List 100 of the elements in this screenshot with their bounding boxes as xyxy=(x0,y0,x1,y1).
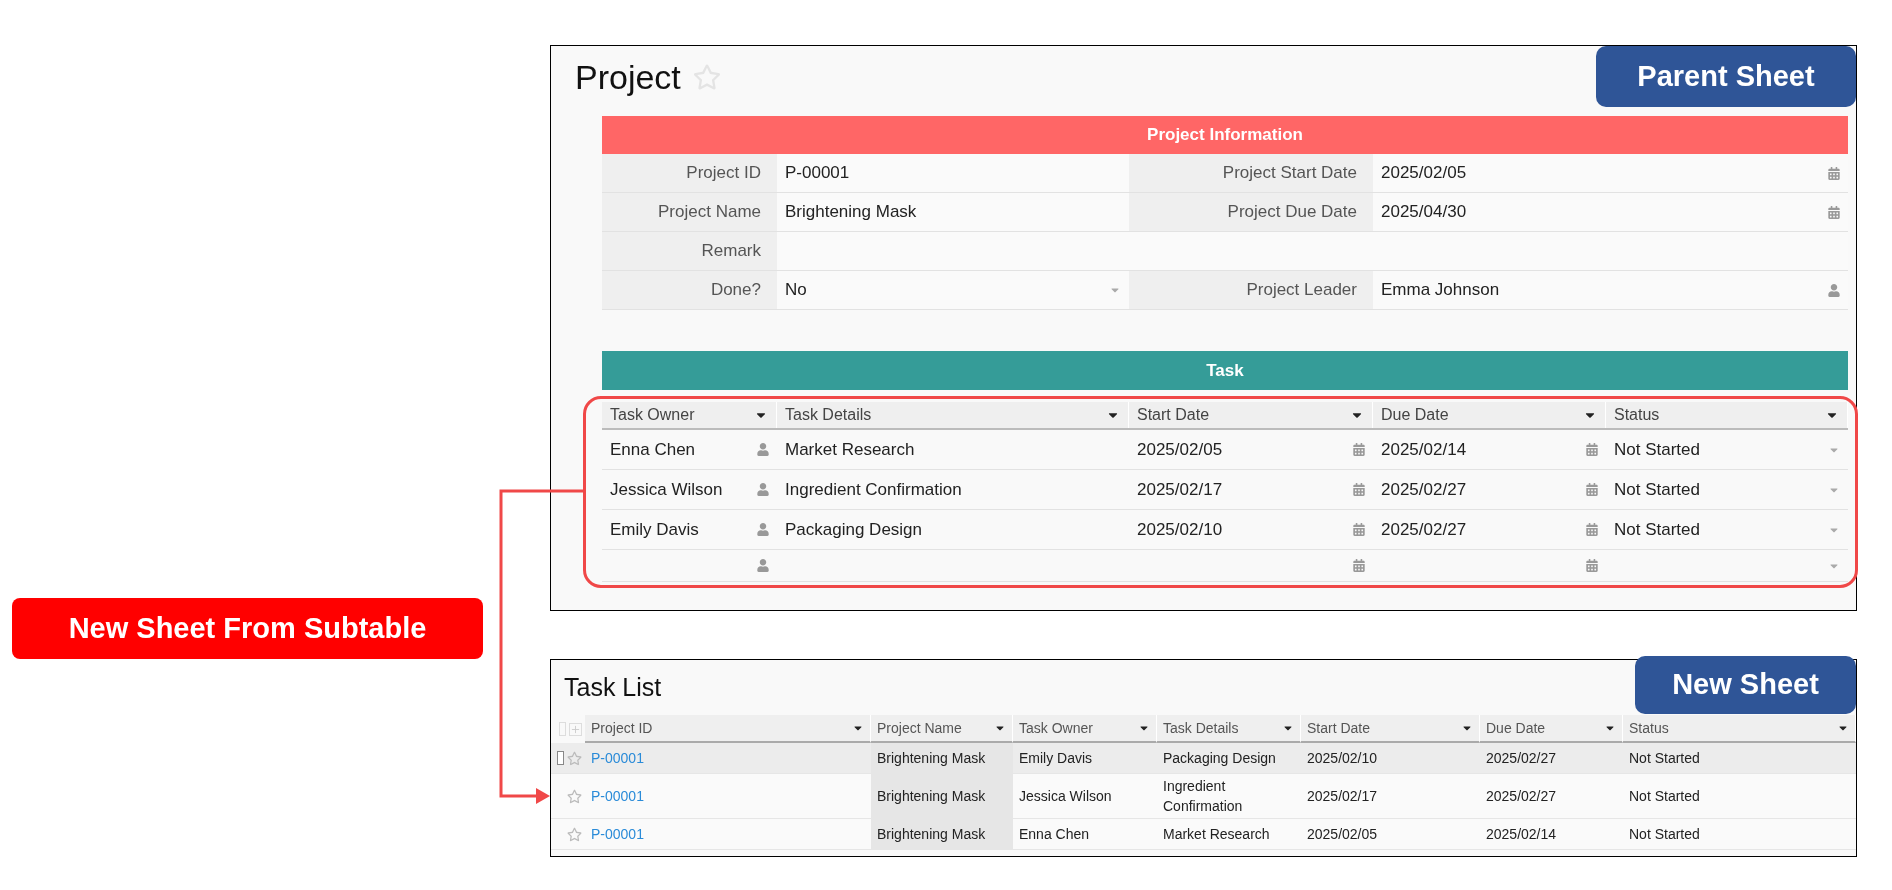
calendar-icon[interactable] xyxy=(1353,443,1365,456)
user-icon[interactable] xyxy=(757,559,769,572)
cell-text: 2025/02/10 xyxy=(1307,749,1378,768)
column-header[interactable]: Task Owner xyxy=(1013,715,1157,743)
cell-text: Jessica Wilson xyxy=(1019,787,1112,806)
calendar-icon[interactable] xyxy=(1353,483,1365,496)
column-header[interactable]: Task Details xyxy=(777,402,1129,428)
field-label: Project Start Date xyxy=(1129,154,1373,193)
star-icon[interactable] xyxy=(567,788,582,804)
table-cell[interactable]: Market Research xyxy=(777,430,1129,469)
table-cell[interactable]: Enna Chen xyxy=(602,430,777,469)
cell-text: Enna Chen xyxy=(610,438,696,461)
field-text: 2025/02/05 xyxy=(1381,162,1467,185)
calendar-icon[interactable] xyxy=(1586,523,1598,536)
cell-text: Brightening Mask xyxy=(877,787,986,806)
table-cell[interactable]: 2025/02/14 xyxy=(1373,430,1606,469)
table-cell[interactable]: Ingredient Confirmation xyxy=(777,470,1129,509)
sheet-title: Task List xyxy=(564,671,662,703)
field-text: Emma Johnson xyxy=(1381,279,1500,302)
cell-text: Not Started xyxy=(1629,749,1700,768)
table-cell[interactable]: 2025/02/27 xyxy=(1373,470,1606,509)
column-header[interactable]: Project ID xyxy=(585,715,871,743)
section-header: Task xyxy=(602,351,1848,390)
cell-text: Enna Chen xyxy=(1019,825,1090,844)
cell-text: Not Started xyxy=(1614,478,1700,501)
star-icon[interactable] xyxy=(567,750,582,766)
field-text: P-00001 xyxy=(785,162,850,185)
table-cell[interactable]: Packaging Design xyxy=(777,510,1129,549)
field-label: Project Leader xyxy=(1129,271,1373,310)
cell-text: 2025/02/05 xyxy=(1137,438,1223,461)
column-header[interactable]: Project Name xyxy=(871,715,1013,743)
record-link[interactable]: P-00001 xyxy=(591,823,644,845)
column-header[interactable]: Start Date xyxy=(1129,402,1373,428)
calendar-icon[interactable] xyxy=(1353,523,1365,536)
cell-text: Packaging Design xyxy=(1163,749,1276,768)
section-header: Project Information xyxy=(602,116,1848,154)
cell-text: Emily Davis xyxy=(610,518,699,541)
cell-text: 2025/02/27 xyxy=(1381,518,1467,541)
column-header[interactable]: Due Date xyxy=(1480,715,1623,743)
cell-text: Not Started xyxy=(1629,825,1700,844)
table-cell[interactable]: Not Started xyxy=(1606,510,1848,549)
star-icon[interactable] xyxy=(567,826,582,842)
column-header[interactable]: Due Date xyxy=(1373,402,1606,428)
calendar-icon[interactable] xyxy=(1586,443,1598,456)
table-row[interactable]: P-00001 Brightening Mask Enna Chen Market Research 2025/02/05 2025/02/14 Not Started xyxy=(551,819,1856,850)
user-icon[interactable] xyxy=(757,443,769,456)
checkbox[interactable] xyxy=(559,722,566,736)
table-cell[interactable]: Not Started xyxy=(1606,430,1848,469)
cell-text: Not Started xyxy=(1629,787,1700,806)
cell-text: 2025/02/10 xyxy=(1137,518,1223,541)
cell-text: 2025/02/17 xyxy=(1307,787,1378,806)
cell-text: Brightening Mask xyxy=(877,825,986,844)
record-link[interactable]: P-00001 xyxy=(591,785,644,807)
calendar-icon[interactable] xyxy=(1586,483,1598,496)
cell-text: 2025/02/14 xyxy=(1381,438,1467,461)
cell-text: Brightening Mask xyxy=(877,749,986,768)
table-row[interactable]: P-00001 Brightening Mask Jessica Wilson Ingredient Confirmation 2025/02/17 2025/02/27 Not Started xyxy=(551,774,1856,819)
cell-text: Ingredient Confirmation xyxy=(1163,777,1244,816)
table-cell[interactable]: 2025/02/10 xyxy=(1129,510,1373,549)
column-header[interactable]: Start Date xyxy=(1301,715,1480,743)
calendar-icon[interactable] xyxy=(1586,559,1598,572)
table-cell[interactable]: 2025/02/05 xyxy=(1129,430,1373,469)
cell-text: Not Started xyxy=(1614,518,1700,541)
table-row[interactable]: P-00001 Brightening Mask Emily Davis Packaging Design 2025/02/10 2025/02/27 Not Started xyxy=(551,743,1856,774)
column-header[interactable]: Status xyxy=(1606,402,1848,428)
field-label: Project Due Date xyxy=(1129,193,1373,232)
field-label: Done? xyxy=(602,271,777,310)
user-icon[interactable] xyxy=(757,523,769,536)
field-text: No xyxy=(785,279,807,302)
field-text: Brightening Mask xyxy=(785,201,917,224)
table-cell[interactable]: Emily Davis xyxy=(602,510,777,549)
sheet-label: Parent Sheet xyxy=(1596,46,1856,107)
cell-text: 2025/02/14 xyxy=(1486,825,1557,844)
column-header[interactable]: Status xyxy=(1623,715,1856,743)
column-header[interactable]: Task Details xyxy=(1157,715,1301,743)
cell-text: 2025/02/17 xyxy=(1137,478,1223,501)
cell-text: Market Research xyxy=(1163,825,1270,844)
user-icon[interactable] xyxy=(1828,283,1840,297)
calendar-icon[interactable] xyxy=(1353,559,1365,572)
cell-text: Jessica Wilson xyxy=(610,478,723,501)
cell-text: Emily Davis xyxy=(1019,749,1093,768)
cell-text: Packaging Design xyxy=(785,518,923,541)
sheet-title: Project xyxy=(575,56,681,98)
cell-text: 2025/02/05 xyxy=(1307,825,1378,844)
column-header[interactable]: Task Owner xyxy=(602,402,777,428)
calendar-icon[interactable] xyxy=(1828,205,1840,219)
add-icon[interactable] xyxy=(569,722,582,736)
cell-text: Ingredient Confirmation xyxy=(785,478,962,501)
table-cell[interactable]: Jessica Wilson xyxy=(602,470,777,509)
row-checkbox[interactable] xyxy=(557,751,564,765)
cell-text: 2025/02/27 xyxy=(1381,478,1467,501)
cell-text: Not Started xyxy=(1614,438,1700,461)
user-icon[interactable] xyxy=(757,483,769,496)
field-text: 2025/04/30 xyxy=(1381,201,1467,224)
table-cell[interactable]: Not Started xyxy=(1606,470,1848,509)
table-cell[interactable]: 2025/02/27 xyxy=(1373,510,1606,549)
table-cell[interactable]: 2025/02/17 xyxy=(1129,470,1373,509)
sheet-label: New Sheet xyxy=(1635,656,1856,714)
calendar-icon[interactable] xyxy=(1828,166,1840,180)
field-label: Project Name xyxy=(602,193,777,232)
